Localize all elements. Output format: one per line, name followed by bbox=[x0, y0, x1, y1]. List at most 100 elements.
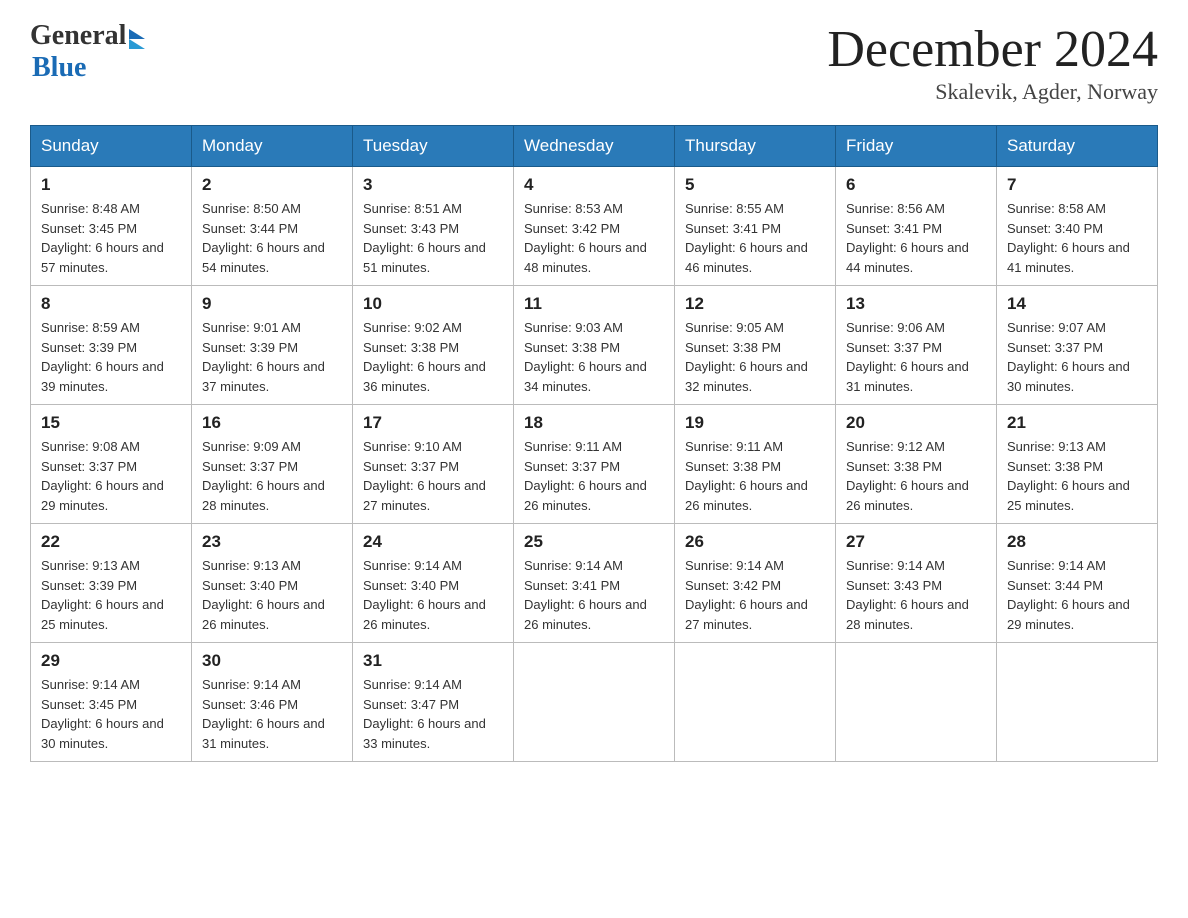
week-row-2: 8Sunrise: 8:59 AM Sunset: 3:39 PM Daylig… bbox=[31, 286, 1158, 405]
day-number: 18 bbox=[524, 413, 664, 433]
day-info: Sunrise: 9:05 AM Sunset: 3:38 PM Dayligh… bbox=[685, 318, 825, 396]
day-number: 26 bbox=[685, 532, 825, 552]
calendar-cell: 12 Sunrise: 9:05 AM Sunset: 3:38 PM Dayli… bbox=[675, 286, 836, 405]
calendar-cell: 3 Sunrise: 8:51 AM Sunset: 3:43 PM Daylig… bbox=[353, 167, 514, 286]
day-info: Sunrise: 9:14 AM Sunset: 3:44 PM Dayligh… bbox=[1007, 556, 1147, 634]
calendar-cell: 18 Sunrise: 9:11 AM Sunset: 3:37 PM Dayli… bbox=[514, 405, 675, 524]
day-number: 20 bbox=[846, 413, 986, 433]
day-info: Sunrise: 9:10 AM Sunset: 3:37 PM Dayligh… bbox=[363, 437, 503, 515]
day-info: Sunrise: 9:06 AM Sunset: 3:37 PM Dayligh… bbox=[846, 318, 986, 396]
day-number: 9 bbox=[202, 294, 342, 314]
calendar-cell: 17Sunrise: 9:10 AM Sunset: 3:37 PM Dayli… bbox=[353, 405, 514, 524]
calendar-cell: 20 Sunrise: 9:12 AM Sunset: 3:38 PM Dayli… bbox=[836, 405, 997, 524]
weekday-header-saturday: Saturday bbox=[997, 126, 1158, 167]
day-info: Sunrise: 9:11 AM Sunset: 3:37 PM Dayligh… bbox=[524, 437, 664, 515]
day-info: Sunrise: 9:03 AM Sunset: 3:38 PM Dayligh… bbox=[524, 318, 664, 396]
calendar-cell: 28 Sunrise: 9:14 AM Sunset: 3:44 PM Dayli… bbox=[997, 524, 1158, 643]
day-number: 4 bbox=[524, 175, 664, 195]
calendar-cell: 16Sunrise: 9:09 AM Sunset: 3:37 PM Dayli… bbox=[192, 405, 353, 524]
calendar-cell: 8Sunrise: 8:59 AM Sunset: 3:39 PM Daylig… bbox=[31, 286, 192, 405]
day-number: 13 bbox=[846, 294, 986, 314]
page-header: General Blue December 2024 Skalevik, Agd… bbox=[30, 20, 1158, 105]
week-row-5: 29 Sunrise: 9:14 AM Sunset: 3:45 PM Dayli… bbox=[31, 643, 1158, 762]
day-info: Sunrise: 9:08 AM Sunset: 3:37 PM Dayligh… bbox=[41, 437, 181, 515]
weekday-header-wednesday: Wednesday bbox=[514, 126, 675, 167]
day-number: 25 bbox=[524, 532, 664, 552]
weekday-header-tuesday: Tuesday bbox=[353, 126, 514, 167]
calendar-cell: 10Sunrise: 9:02 AM Sunset: 3:38 PM Dayli… bbox=[353, 286, 514, 405]
day-info: Sunrise: 9:02 AM Sunset: 3:38 PM Dayligh… bbox=[363, 318, 503, 396]
calendar-cell: 9 Sunrise: 9:01 AM Sunset: 3:39 PM Daylig… bbox=[192, 286, 353, 405]
day-number: 6 bbox=[846, 175, 986, 195]
calendar-cell: 30 Sunrise: 9:14 AM Sunset: 3:46 PM Dayli… bbox=[192, 643, 353, 762]
day-number: 3 bbox=[363, 175, 503, 195]
calendar-cell: 22Sunrise: 9:13 AM Sunset: 3:39 PM Dayli… bbox=[31, 524, 192, 643]
calendar-cell: 24 Sunrise: 9:14 AM Sunset: 3:40 PM Dayli… bbox=[353, 524, 514, 643]
calendar-cell bbox=[836, 643, 997, 762]
day-info: Sunrise: 9:01 AM Sunset: 3:39 PM Dayligh… bbox=[202, 318, 342, 396]
day-number: 7 bbox=[1007, 175, 1147, 195]
day-number: 5 bbox=[685, 175, 825, 195]
weekday-header-monday: Monday bbox=[192, 126, 353, 167]
location-subtitle: Skalevik, Agder, Norway bbox=[827, 79, 1158, 105]
day-info: Sunrise: 9:07 AM Sunset: 3:37 PM Dayligh… bbox=[1007, 318, 1147, 396]
day-info: Sunrise: 8:58 AM Sunset: 3:40 PM Dayligh… bbox=[1007, 199, 1147, 277]
day-number: 19 bbox=[685, 413, 825, 433]
logo-general-text: General bbox=[30, 20, 126, 52]
day-number: 27 bbox=[846, 532, 986, 552]
calendar-cell bbox=[514, 643, 675, 762]
day-number: 28 bbox=[1007, 532, 1147, 552]
calendar-cell: 11 Sunrise: 9:03 AM Sunset: 3:38 PM Dayli… bbox=[514, 286, 675, 405]
calendar-cell: 14 Sunrise: 9:07 AM Sunset: 3:37 PM Dayli… bbox=[997, 286, 1158, 405]
day-number: 30 bbox=[202, 651, 342, 671]
day-info: Sunrise: 9:09 AM Sunset: 3:37 PM Dayligh… bbox=[202, 437, 342, 515]
day-info: Sunrise: 9:14 AM Sunset: 3:46 PM Dayligh… bbox=[202, 675, 342, 753]
calendar-cell: 23 Sunrise: 9:13 AM Sunset: 3:40 PM Dayli… bbox=[192, 524, 353, 643]
week-row-4: 22Sunrise: 9:13 AM Sunset: 3:39 PM Dayli… bbox=[31, 524, 1158, 643]
day-number: 29 bbox=[41, 651, 181, 671]
day-info: Sunrise: 9:14 AM Sunset: 3:45 PM Dayligh… bbox=[41, 675, 181, 753]
calendar-cell bbox=[675, 643, 836, 762]
day-info: Sunrise: 9:14 AM Sunset: 3:41 PM Dayligh… bbox=[524, 556, 664, 634]
day-number: 12 bbox=[685, 294, 825, 314]
calendar-cell: 4 Sunrise: 8:53 AM Sunset: 3:42 PM Daylig… bbox=[514, 167, 675, 286]
day-info: Sunrise: 9:13 AM Sunset: 3:40 PM Dayligh… bbox=[202, 556, 342, 634]
calendar-cell: 31 Sunrise: 9:14 AM Sunset: 3:47 PM Dayli… bbox=[353, 643, 514, 762]
calendar-cell: 15 Sunrise: 9:08 AM Sunset: 3:37 PM Dayli… bbox=[31, 405, 192, 524]
day-info: Sunrise: 8:56 AM Sunset: 3:41 PM Dayligh… bbox=[846, 199, 986, 277]
day-number: 14 bbox=[1007, 294, 1147, 314]
day-info: Sunrise: 8:51 AM Sunset: 3:43 PM Dayligh… bbox=[363, 199, 503, 277]
day-info: Sunrise: 9:14 AM Sunset: 3:47 PM Dayligh… bbox=[363, 675, 503, 753]
day-number: 23 bbox=[202, 532, 342, 552]
day-number: 1 bbox=[41, 175, 181, 195]
logo: General Blue bbox=[30, 20, 145, 84]
day-info: Sunrise: 8:53 AM Sunset: 3:42 PM Dayligh… bbox=[524, 199, 664, 277]
title-section: December 2024 Skalevik, Agder, Norway bbox=[827, 20, 1158, 105]
day-number: 8 bbox=[41, 294, 181, 314]
day-info: Sunrise: 8:55 AM Sunset: 3:41 PM Dayligh… bbox=[685, 199, 825, 277]
calendar-cell: 19 Sunrise: 9:11 AM Sunset: 3:38 PM Dayli… bbox=[675, 405, 836, 524]
day-number: 2 bbox=[202, 175, 342, 195]
calendar-cell: 13 Sunrise: 9:06 AM Sunset: 3:37 PM Dayli… bbox=[836, 286, 997, 405]
calendar-cell bbox=[997, 643, 1158, 762]
weekday-header-sunday: Sunday bbox=[31, 126, 192, 167]
day-info: Sunrise: 9:13 AM Sunset: 3:38 PM Dayligh… bbox=[1007, 437, 1147, 515]
day-info: Sunrise: 9:12 AM Sunset: 3:38 PM Dayligh… bbox=[846, 437, 986, 515]
calendar-cell: 21Sunrise: 9:13 AM Sunset: 3:38 PM Dayli… bbox=[997, 405, 1158, 524]
day-number: 31 bbox=[363, 651, 503, 671]
day-number: 22 bbox=[41, 532, 181, 552]
day-info: Sunrise: 9:11 AM Sunset: 3:38 PM Dayligh… bbox=[685, 437, 825, 515]
calendar-cell: 2Sunrise: 8:50 AM Sunset: 3:44 PM Daylig… bbox=[192, 167, 353, 286]
day-info: Sunrise: 9:14 AM Sunset: 3:42 PM Dayligh… bbox=[685, 556, 825, 634]
week-row-3: 15 Sunrise: 9:08 AM Sunset: 3:37 PM Dayli… bbox=[31, 405, 1158, 524]
weekday-header-friday: Friday bbox=[836, 126, 997, 167]
day-number: 15 bbox=[41, 413, 181, 433]
day-number: 11 bbox=[524, 294, 664, 314]
day-info: Sunrise: 9:14 AM Sunset: 3:40 PM Dayligh… bbox=[363, 556, 503, 634]
calendar-cell: 29 Sunrise: 9:14 AM Sunset: 3:45 PM Dayli… bbox=[31, 643, 192, 762]
calendar-cell: 7 Sunrise: 8:58 AM Sunset: 3:40 PM Daylig… bbox=[997, 167, 1158, 286]
day-number: 24 bbox=[363, 532, 503, 552]
calendar-cell: 1Sunrise: 8:48 AM Sunset: 3:45 PM Daylig… bbox=[31, 167, 192, 286]
calendar-cell: 25 Sunrise: 9:14 AM Sunset: 3:41 PM Dayli… bbox=[514, 524, 675, 643]
day-info: Sunrise: 9:14 AM Sunset: 3:43 PM Dayligh… bbox=[846, 556, 986, 634]
